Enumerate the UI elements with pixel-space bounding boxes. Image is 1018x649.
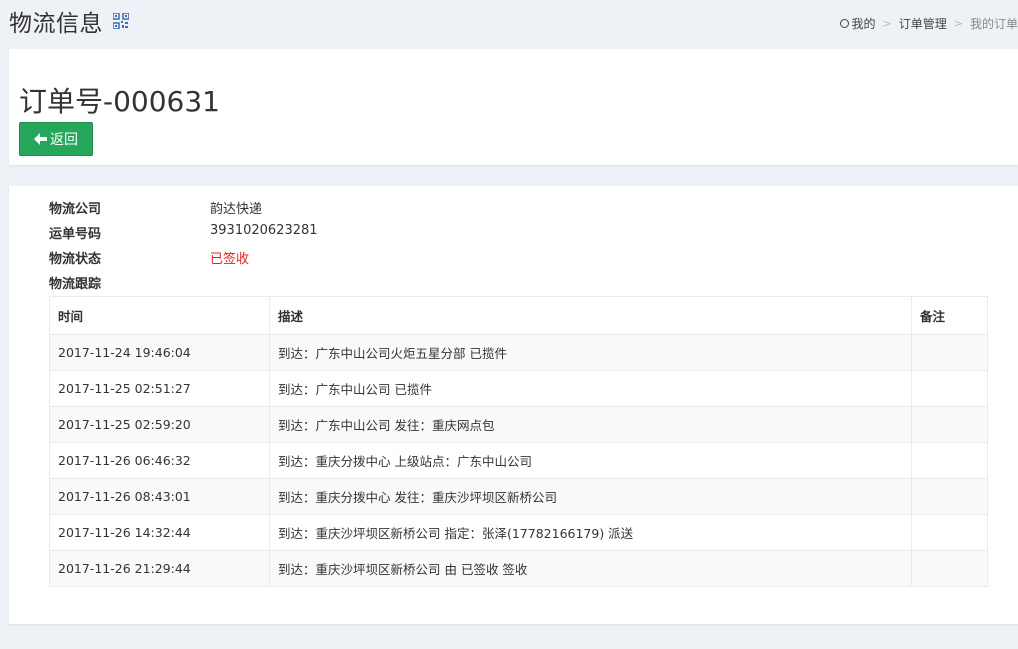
cell-time: 2017-11-24 19:46:04 — [49, 334, 270, 371]
arrow-left-icon — [34, 133, 47, 145]
cell-time: 2017-11-26 21:29:44 — [49, 550, 270, 587]
back-button-label: 返回 — [50, 132, 78, 148]
cell-note — [911, 406, 988, 443]
logistics-detail-card: 物流公司 韵达快递 运单号码 3931020623281 物流状态 已签收 物流… — [9, 186, 1018, 624]
column-header-time: 时间 — [49, 296, 270, 335]
status-label: 物流状态 — [49, 252, 102, 267]
cell-time: 2017-11-25 02:51:27 — [49, 370, 270, 407]
circle-icon — [839, 19, 849, 28]
table-row: 2017-11-26 21:29:44 到达：重庆沙坪坝区新桥公司 由 已签收 … — [49, 550, 988, 587]
tracking-label: 物流跟踪 — [49, 277, 102, 292]
cell-time: 2017-11-26 14:32:44 — [49, 514, 270, 551]
cell-note — [911, 550, 988, 587]
back-button[interactable]: 返回 — [19, 122, 93, 156]
table-row: 2017-11-25 02:59:20 到达：广东中山公司 发往：重庆网点包 — [49, 406, 988, 443]
breadcrumb-item-my-orders[interactable]: 我的订单 — [970, 15, 1018, 32]
cell-description: 到达：广东中山公司火炬五星分部 已揽件 — [269, 334, 912, 371]
order-header-card: 订单号-000631 返回 — [9, 49, 1018, 165]
waybill-label: 运单号码 — [49, 227, 102, 242]
company-label: 物流公司 — [49, 202, 102, 217]
breadcrumb-item-mine[interactable]: 我的 — [852, 15, 876, 32]
cell-time: 2017-11-25 02:59:20 — [49, 406, 270, 443]
cell-note — [911, 442, 988, 479]
cell-note — [911, 478, 988, 515]
cell-time: 2017-11-26 08:43:01 — [49, 478, 270, 515]
status-value: 已签收 — [210, 252, 250, 267]
cell-description: 到达：广东中山公司 已揽件 — [269, 370, 912, 407]
page-title: 物流信息 — [9, 11, 103, 37]
cell-note — [911, 514, 988, 551]
column-header-note: 备注 — [911, 296, 988, 335]
table-row: 2017-11-26 14:32:44 到达：重庆沙坪坝区新桥公司 指定：张泽(… — [49, 514, 988, 551]
breadcrumb: 我的 > 订单管理 > 我的订单 — [839, 15, 1018, 32]
tracking-table: 时间 描述 备注 2017-11-24 19:46:04 到达：广东中山公司火炬… — [49, 296, 988, 587]
table-header-row: 时间 描述 备注 — [49, 296, 988, 335]
cell-note — [911, 334, 988, 371]
cell-description: 到达：广东中山公司 发往：重庆网点包 — [269, 406, 912, 443]
company-value: 韵达快递 — [210, 202, 263, 217]
table-row: 2017-11-25 02:51:27 到达：广东中山公司 已揽件 — [49, 370, 988, 407]
table-row: 2017-11-26 06:46:32 到达：重庆分拨中心 上级站点：广东中山公… — [49, 442, 988, 479]
breadcrumb-item-order-management[interactable]: 订单管理 — [899, 15, 947, 32]
qrcode-icon[interactable] — [112, 12, 130, 30]
cell-description: 到达：重庆分拨中心 发往：重庆沙坪坝区新桥公司 — [269, 478, 912, 515]
table-row: 2017-11-26 08:43:01 到达：重庆分拨中心 发往：重庆沙坪坝区新… — [49, 478, 988, 515]
cell-description: 到达：重庆分拨中心 上级站点：广东中山公司 — [269, 442, 912, 479]
column-header-description: 描述 — [269, 296, 912, 335]
cell-description: 到达：重庆沙坪坝区新桥公司 由 已签收 签收 — [269, 550, 912, 587]
order-number-title: 订单号-000631 — [19, 85, 220, 118]
cell-description: 到达：重庆沙坪坝区新桥公司 指定：张泽(17782166179) 派送 — [269, 514, 912, 551]
cell-note — [911, 370, 988, 407]
cell-time: 2017-11-26 06:46:32 — [49, 442, 270, 479]
breadcrumb-separator: > — [953, 17, 963, 30]
waybill-value: 3931020623281 — [210, 223, 318, 238]
breadcrumb-separator: > — [882, 17, 892, 30]
table-row: 2017-11-24 19:46:04 到达：广东中山公司火炬五星分部 已揽件 — [49, 334, 988, 371]
